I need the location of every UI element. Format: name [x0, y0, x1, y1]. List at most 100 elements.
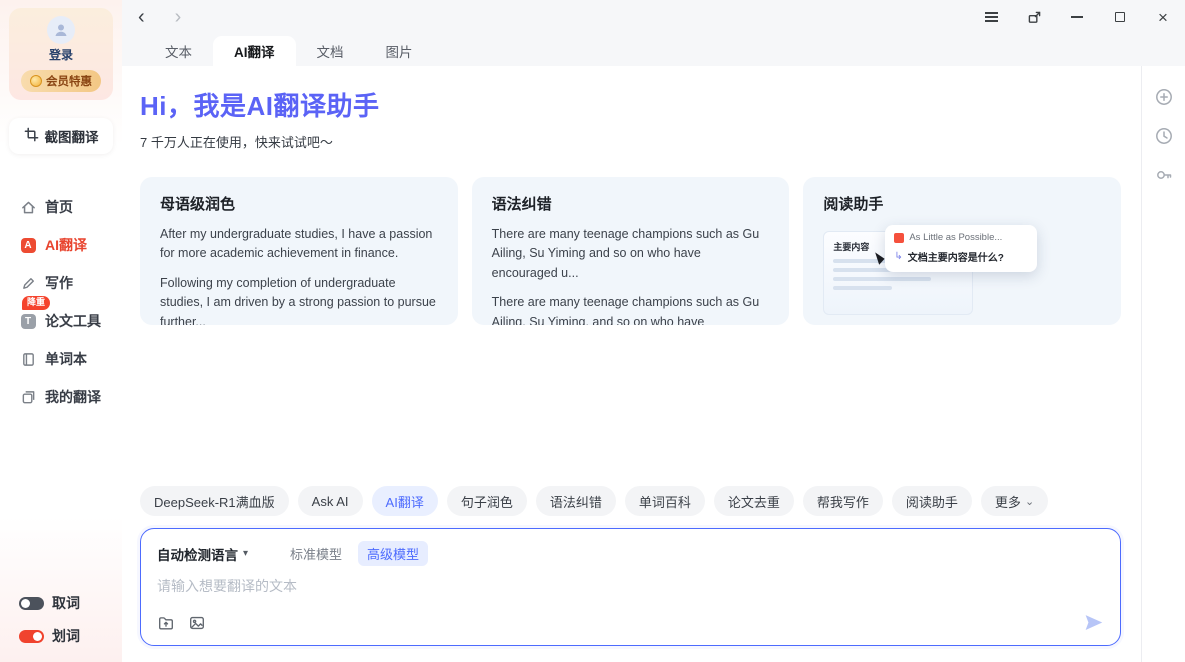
sidebar-item-home[interactable]: 首页 [9, 188, 113, 226]
word-capture-row: 取词 [19, 593, 113, 613]
main-content: Hi，我是AI翻译助手 7 千万人正在使用，快来试试吧～ 母语级润色 After… [122, 66, 1141, 662]
home-icon [20, 199, 36, 215]
key-button[interactable] [1155, 166, 1173, 184]
login-card[interactable]: 登录 会员特惠 [9, 8, 113, 100]
tab-document[interactable]: 文档 [296, 36, 365, 66]
upload-file-icon [157, 614, 175, 632]
paper-tools-icon: T [20, 313, 36, 329]
sidebar-item-label: 单词本 [45, 349, 87, 369]
language-selector-label: 自动检测语言 [157, 544, 238, 564]
tooltip-file-name: As Little as Possible... [909, 232, 1002, 243]
screenshot-translate-button[interactable]: 截图翻译 [9, 118, 113, 154]
doc-line [833, 277, 931, 281]
chip-paper-dedup[interactable]: 论文去重 [714, 486, 794, 516]
tab-ai-translate[interactable]: AI翻译 [213, 36, 296, 66]
doc-line [833, 286, 892, 290]
insert-image-button[interactable] [188, 614, 206, 632]
chip-more-label: 更多 [995, 492, 1021, 511]
advanced-model-button[interactable]: 高级模型 [358, 541, 428, 566]
upload-file-button[interactable] [157, 614, 175, 632]
top-strip: ‹ › × 文本 AI翻译 文档 图片 [122, 0, 1185, 66]
chip-more[interactable]: 更多 ⌄ [981, 486, 1048, 516]
sidebar-item-my-translations[interactable]: 我的翻译 [9, 378, 113, 416]
send-button[interactable] [1083, 612, 1104, 633]
back-icon[interactable]: ‹ [130, 5, 153, 29]
close-icon[interactable]: × [1155, 9, 1171, 25]
chip-ai-translate[interactable]: AI翻译 [372, 486, 438, 516]
menu-icon[interactable] [983, 9, 999, 25]
page-subtitle: 7 千万人正在使用，快来试试吧～ [140, 132, 1121, 151]
composer-actions [157, 612, 1104, 633]
login-label[interactable]: 登录 [49, 46, 73, 63]
window-controls: × [983, 9, 1171, 25]
chevron-down-icon: ⌄ [1025, 495, 1034, 508]
history-clock-icon [1155, 127, 1173, 145]
sidebar-item-label: 我的翻译 [45, 387, 101, 407]
sidebar-item-label: 首页 [45, 197, 73, 217]
tooltip-question: 文档主要内容是什么? [908, 249, 1004, 264]
card-title: 母语级润色 [160, 193, 438, 214]
plus-circle-icon [1155, 88, 1173, 106]
avatar [47, 16, 75, 44]
reading-assistant-tooltip: As Little as Possible... ↳ 文档主要内容是什么? [885, 225, 1037, 272]
minimize-icon[interactable] [1069, 9, 1085, 25]
chip-grammar-check[interactable]: 语法纠错 [536, 486, 616, 516]
member-badge-button[interactable]: 会员特惠 [21, 70, 101, 92]
sidebar-item-wordbook[interactable]: 单词本 [9, 340, 113, 378]
paper-tools-badge: 降重 [22, 296, 50, 310]
tab-text[interactable]: 文本 [144, 36, 213, 66]
card-polish[interactable]: 母语级润色 After my undergraduate studies, I … [140, 177, 458, 325]
tab-bar: 文本 AI翻译 文档 图片 [122, 34, 1185, 66]
image-icon [188, 614, 206, 632]
mini-window-icon[interactable] [1026, 9, 1042, 25]
card-paragraph: There are many teenage champions such as… [492, 293, 770, 325]
sidebar-item-label: AI翻译 [45, 235, 87, 255]
app-window: 登录 会员特惠 截图翻译 首页 [0, 0, 1185, 662]
sidebar-item-paper-tools[interactable]: 降重 T 论文工具 [9, 302, 113, 340]
history-button[interactable] [1155, 127, 1173, 145]
sidebar-item-label: 写作 [45, 273, 73, 293]
word-capture-toggle[interactable] [19, 597, 44, 610]
card-title: 阅读助手 [823, 193, 1101, 214]
word-capture-label: 取词 [52, 593, 80, 613]
card-paragraph: Following my completion of undergraduate… [160, 274, 438, 325]
sidebar: 登录 会员特惠 截图翻译 首页 [0, 0, 122, 662]
maximize-icon[interactable] [1112, 9, 1128, 25]
coin-icon [30, 75, 42, 87]
feature-cards: 母语级润色 After my undergraduate studies, I … [140, 177, 1121, 325]
card-title: 语法纠错 [492, 193, 770, 214]
chip-word-encyclopedia[interactable]: 单词百科 [625, 486, 705, 516]
chip-reading-assistant[interactable]: 阅读助手 [892, 486, 972, 516]
sidebar-item-ai-translate[interactable]: A AI翻译 [9, 226, 113, 264]
card-grammar[interactable]: 语法纠错 There are many teenage champions su… [472, 177, 790, 325]
card-reading-assistant[interactable]: 阅读助手 主要内容 [803, 177, 1121, 325]
tab-image[interactable]: 图片 [365, 36, 434, 66]
sidebar-item-label: 论文工具 [45, 311, 101, 331]
chip-deepseek[interactable]: DeepSeek-R1满血版 [140, 486, 289, 516]
word-select-toggle[interactable] [19, 630, 44, 643]
new-session-button[interactable] [1155, 88, 1173, 106]
main-column: ‹ › × 文本 AI翻译 文档 图片 [122, 0, 1185, 662]
screenshot-translate-label: 截图翻译 [45, 126, 99, 146]
sidebar-menu: 首页 A AI翻译 写作 降重 T [9, 188, 113, 416]
translate-composer: 自动检测语言 ▾ 标准模型 高级模型 [140, 528, 1121, 646]
book-icon [20, 351, 36, 367]
right-rail [1141, 66, 1185, 662]
chip-sentence-polish[interactable]: 句子润色 [447, 486, 527, 516]
send-icon [1083, 612, 1104, 633]
language-selector[interactable]: 自动检测语言 ▾ [157, 544, 248, 564]
crop-icon [24, 127, 39, 145]
translations-list-icon [20, 389, 36, 405]
member-badge-label: 会员特惠 [46, 73, 92, 89]
body-row: Hi，我是AI翻译助手 7 千万人正在使用，快来试试吧～ 母语级润色 After… [122, 66, 1185, 662]
translate-input[interactable] [157, 576, 1104, 612]
chip-ask-ai[interactable]: Ask AI [298, 486, 363, 516]
caret-down-icon: ▾ [243, 548, 248, 559]
quick-action-chips: DeepSeek-R1满血版 Ask AI AI翻译 句子润色 语法纠错 单词百… [140, 486, 1121, 516]
chip-help-write[interactable]: 帮我写作 [803, 486, 883, 516]
standard-model-button[interactable]: 标准模型 [290, 544, 342, 563]
card-paragraph: There are many teenage champions such as… [492, 225, 770, 283]
reply-arrow-icon: ↳ [894, 252, 902, 262]
forward-icon[interactable]: › [167, 5, 190, 29]
reading-assistant-preview: 主要内容 As Little as Possible... [823, 225, 1101, 321]
